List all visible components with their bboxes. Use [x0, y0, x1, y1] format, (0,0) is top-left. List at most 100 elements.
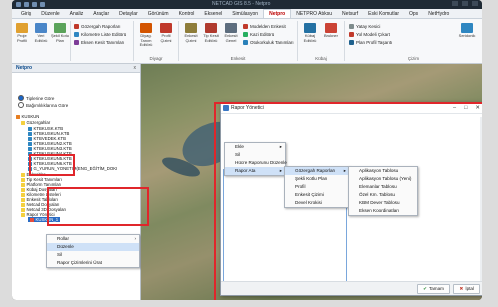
- brukner-label: Brukner: [323, 33, 338, 38]
- proje-profili-button[interactable]: Proje Profili: [12, 23, 32, 43]
- tab-duzenle[interactable]: Düzenle: [36, 10, 64, 18]
- menu-item-aplikasyon-tablosu[interactable]: Aplikasyon Tablosu: [349, 167, 417, 175]
- enkesit-genel-button[interactable]: Enkesit Genel: [221, 23, 241, 43]
- menu-item-rapor-ata[interactable]: Rapor Ata ▸: [225, 167, 285, 175]
- radio-tiplerine-gore[interactable]: Tiplerine Göre: [18, 95, 54, 101]
- menu-item-label: Gözergah Raporları: [295, 168, 336, 173]
- menu-item-duzenle[interactable]: Düzenle: [47, 243, 139, 251]
- menu-item-label: Şekli Kotlu Plan: [295, 176, 328, 181]
- horizontal-cutter-icon: [349, 24, 354, 29]
- yol-modeli-button[interactable]: Yol Modeli Çıkart: [349, 31, 390, 38]
- diyagram-tanim-button[interactable]: Diyag. Tanım Editörü: [136, 23, 156, 48]
- undo-icon[interactable]: [24, 2, 29, 7]
- tab-ops[interactable]: Ops: [404, 10, 423, 18]
- kubaj-editoru-label: Kübaj Editörü: [303, 33, 317, 43]
- tab-eksenel[interactable]: Eksenel: [199, 10, 227, 18]
- route-icon: [28, 126, 32, 131]
- tip-kesit-button[interactable]: Tip Kesit Editörü: [201, 23, 221, 43]
- menu-item-label: Sil: [235, 152, 241, 157]
- save-icon[interactable]: [16, 2, 21, 7]
- tab-giris[interactable]: Giriş: [16, 10, 36, 18]
- project-icon: [16, 114, 20, 119]
- menu-item-label: Devel Krokisi: [295, 200, 322, 205]
- panel-close-button[interactable]: x: [134, 64, 137, 72]
- kilometre-liste-label: Kilometre Liste Editörü: [81, 32, 127, 37]
- tab-netsurf[interactable]: Netsurf: [337, 10, 363, 18]
- menu-item-aplikasyon-tablosu-yeni[interactable]: Aplikasyon Tablosu (Yeni): [349, 175, 417, 183]
- tab-kontrol[interactable]: Kontrol: [174, 10, 200, 18]
- netpro-panel: Netpro x Tiplerine Göre Bağımlılıklarına…: [12, 64, 141, 300]
- group-label-cizim: Çizim: [407, 56, 420, 61]
- plan-profil-button[interactable]: Plan Profil Taşarıtı: [349, 39, 392, 46]
- modelden-enkesit-button[interactable]: Modelden Enkesit: [243, 23, 286, 30]
- enkesit-cizimi-button[interactable]: Enkesit Çizimi: [181, 23, 201, 43]
- modelden-enkesit-label: Modelden Enkesit: [250, 24, 286, 29]
- menu-item-kbm-dever-tablosu[interactable]: KBM Dever Tablosu: [349, 199, 417, 207]
- seridonik-button[interactable]: Seridonik: [457, 23, 477, 39]
- seridonik-icon: [461, 23, 473, 33]
- yatay-kesici-button[interactable]: Yatay Kesici: [349, 23, 380, 30]
- menu-item-sil[interactable]: Sil: [225, 151, 285, 159]
- kilometre-liste-button[interactable]: Kilometre Liste Editörü: [74, 31, 126, 38]
- tab-simulasyon[interactable]: Simülasyon: [227, 10, 263, 18]
- menu-item-ozel-km-tablosu[interactable]: Özel Km. Tablosu: [349, 191, 417, 199]
- rapor-ata-submenu: Gözergah Raporları ▸ Şekli Kotlu Plan Pro…: [284, 166, 350, 208]
- tree-node-root[interactable]: KUSKUN: [16, 114, 39, 119]
- menu-item-sil[interactable]: Sil: [47, 251, 139, 259]
- yatay-kesici-label: Yatay Kesici: [356, 24, 381, 29]
- enkesit-cizimi-label: Enkesit Çizimi: [184, 33, 198, 43]
- tab-nethydro[interactable]: NetHydro: [423, 10, 454, 18]
- application-window: NETCAD GIS 8.5 - Netpro Giriş Düzenle An…: [12, 0, 482, 300]
- eksen-kesit-button[interactable]: Eksen Kesit Tanımları: [74, 39, 124, 46]
- menu-item-sekli-kotlu-plan[interactable]: Şekli Kotlu Plan: [285, 175, 349, 183]
- group-label-enkesit: Enkesit: [230, 56, 246, 61]
- veri-editoru-button[interactable]: Veri Editörü: [31, 23, 51, 43]
- tab-araclar[interactable]: Araçlar: [88, 10, 114, 18]
- maximize-button[interactable]: [462, 1, 468, 6]
- menu-item-rollar[interactable]: Rollar ›: [47, 235, 139, 243]
- kubaj-editoru-button[interactable]: Kübaj Editörü: [300, 23, 320, 43]
- menu-item-gozergah-raporlari[interactable]: Gözergah Raporları ▸: [285, 167, 349, 175]
- folder-icon: [21, 172, 25, 177]
- tree-node-guzergahlar[interactable]: Güzergahlar: [21, 120, 50, 125]
- yol-modeli-label: Yol Modeli Çıkart: [356, 32, 390, 37]
- radio-selected-icon: [18, 95, 24, 101]
- menu-item-profil[interactable]: Profil: [285, 183, 349, 191]
- list-icon: [74, 32, 79, 37]
- menu-item-enkesit-cizimi[interactable]: Enkesit Çizimi: [285, 191, 349, 199]
- menu-item-label: Eksen Koordinatları: [359, 208, 400, 213]
- folder-icon: [21, 177, 25, 182]
- kazi-editoru-label: Kazi Editörü: [250, 32, 275, 37]
- radio-bagimliliklarina-gore[interactable]: Bağımlılıklarına Göre: [18, 102, 68, 108]
- gozergah-raporlari-button[interactable]: Gözergah Raporları: [74, 23, 121, 30]
- window-controls: [452, 1, 478, 6]
- sekil-kotu-plan-button[interactable]: Şekil Kotu Plan: [50, 23, 70, 43]
- tab-eski-komutlar[interactable]: Eski Komutlar: [363, 10, 404, 18]
- minimize-button[interactable]: [452, 1, 458, 6]
- print-icon[interactable]: [40, 2, 45, 7]
- otokorkuluk-button[interactable]: Otokorkuluk Tanımları: [243, 39, 294, 46]
- section-icon: [74, 40, 79, 45]
- menu-item-ekle[interactable]: Ekle ▸: [225, 143, 285, 151]
- type-section-icon: [205, 23, 217, 33]
- seridonik-label: Seridonik: [458, 33, 476, 38]
- tab-gorunum[interactable]: Görünüm: [143, 10, 174, 18]
- brukner-button[interactable]: Brukner: [321, 23, 341, 39]
- menu-item-hucre-raporu[interactable]: Hücre Raporunu Düzenle: [225, 159, 287, 167]
- title-bar: NETCAD GIS 8.5 - Netpro: [12, 0, 482, 9]
- ribbon-group-enkesit: Enkesit Çizimi Tip Kesit Editörü Enkesit Ge…: [179, 21, 298, 61]
- kazi-editoru-button[interactable]: Kazi Editörü: [243, 31, 274, 38]
- profil-cizimi-button[interactable]: Profil Çizimi: [156, 23, 176, 43]
- tab-netpro-atiksu[interactable]: NETPRO Atıksu: [291, 10, 337, 18]
- tab-netpro[interactable]: Netpro: [263, 9, 292, 18]
- menu-item-elemanlar-tablosu[interactable]: Elemanlar Tablosu: [349, 183, 417, 191]
- redo-icon[interactable]: [32, 2, 37, 7]
- menu-item-eksen-koordinatlari[interactable]: Eksen Koordinatları: [349, 207, 417, 215]
- menu-item-devel-krokisi[interactable]: Devel Krokisi: [285, 199, 349, 207]
- group-label-kubaj: Kübaj: [315, 56, 327, 61]
- menu-item-rapor-cizim[interactable]: Rapor Çizimlerini Ürat: [47, 259, 139, 267]
- menu-item-label: Ekle: [235, 144, 244, 149]
- tab-analiz[interactable]: Analiz: [65, 10, 89, 18]
- tab-detaylar[interactable]: Detaylar: [114, 10, 143, 18]
- close-button[interactable]: [472, 1, 478, 6]
